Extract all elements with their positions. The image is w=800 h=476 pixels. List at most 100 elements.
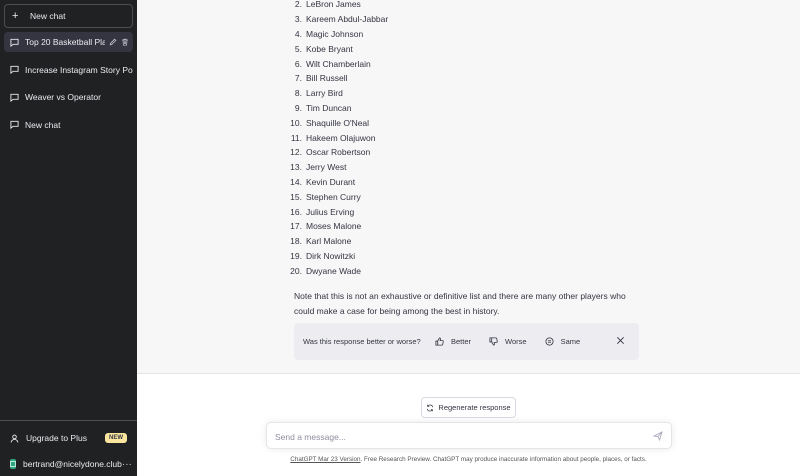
- sidebar: + New chat Top 20 Basketball Playe Incre…: [0, 0, 137, 476]
- list-item: 19. Dirk Nowitzki: [287, 249, 627, 264]
- list-item-name: Kevin Durant: [306, 176, 356, 187]
- worse-button[interactable]: Worse: [489, 337, 527, 346]
- plus-icon: +: [12, 9, 19, 22]
- disclaimer-text: . Free Research Preview. ChatGPT may pro…: [360, 456, 647, 463]
- list-item-name: Stephen Curry: [306, 191, 361, 202]
- feedback-question: Was this response better or worse?: [303, 337, 421, 346]
- chat-item-new-chat[interactable]: New chat: [4, 115, 133, 135]
- chat-item-top-20-basketball[interactable]: Top 20 Basketball Playe: [4, 32, 133, 52]
- list-item: 14. Kevin Durant: [287, 175, 627, 190]
- list-item-name: Julius Erving: [306, 206, 355, 217]
- list-item-name: Wilt Chamberlain: [306, 58, 371, 69]
- message-input[interactable]: [275, 430, 645, 443]
- chat-bubble-icon: [10, 65, 19, 74]
- new-chat-label: New chat: [30, 11, 66, 21]
- assistant-response: 2. LeBron James 3. Kareem Abdul-Jabbar 4. Mag…: [137, 0, 800, 374]
- list-item-number: 3.: [294, 14, 302, 25]
- chat-bubble-icon: [10, 38, 19, 47]
- list-item-number: 15.: [290, 191, 302, 202]
- worse-label: Worse: [505, 337, 527, 346]
- list-item: 12. Oscar Robertson: [287, 145, 627, 160]
- list-item-number: 9.: [294, 102, 302, 113]
- list-item-number: 19.: [290, 250, 302, 261]
- list-item-number: 2.: [294, 0, 302, 10]
- list-item-number: 12.: [290, 147, 302, 158]
- better-label: Better: [451, 337, 472, 346]
- list-item-name: Moses Malone: [306, 221, 362, 232]
- list-item-name: Magic Johnson: [306, 28, 364, 39]
- avatar-image-icon: [10, 461, 16, 467]
- player-list: 2. LeBron James 3. Kareem Abdul-Jabbar 4. Mag…: [287, 0, 627, 278]
- list-item: 4. Magic Johnson: [287, 27, 627, 42]
- chat-item-instagram[interactable]: Increase Instagram Story Post: [4, 60, 133, 80]
- same-label: Same: [560, 337, 581, 346]
- list-item-name: Jerry West: [306, 162, 347, 173]
- regenerate-response-button[interactable]: Regenerate response: [421, 397, 516, 418]
- main-content: 2. LeBron James 3. Kareem Abdul-Jabbar 4. Mag…: [137, 0, 800, 476]
- list-item: 18. Karl Malone: [287, 234, 627, 249]
- user-account-menu[interactable]: bertrand@nicelydone.club ···: [0, 451, 137, 476]
- user-email: bertrand@nicelydone.club: [23, 459, 122, 469]
- send-icon[interactable]: [653, 431, 663, 441]
- list-item-number: 20.: [290, 265, 302, 276]
- new-chat-button[interactable]: + New chat: [4, 4, 133, 28]
- list-item-number: 7.: [294, 73, 302, 84]
- list-item: 20. Dwyane Wade: [287, 263, 627, 278]
- list-item-name: LeBron James: [306, 0, 361, 10]
- list-item-number: 10.: [290, 117, 302, 128]
- upgrade-to-plus-button[interactable]: Upgrade to Plus NEW: [0, 425, 137, 451]
- chat-item-weaver[interactable]: Weaver vs Operator: [4, 87, 133, 107]
- version-link[interactable]: ChatGPT Mar 23 Version: [290, 456, 360, 463]
- list-item-name: Larry Bird: [306, 88, 343, 99]
- regenerate-label: Regenerate response: [438, 403, 511, 412]
- user-icon: [10, 434, 19, 442]
- list-item-number: 16.: [290, 206, 302, 217]
- list-item: 8. Larry Bird: [287, 86, 627, 101]
- list-item: 5. Kobe Bryant: [287, 41, 627, 56]
- list-item-number: 5.: [294, 43, 302, 54]
- close-icon: [617, 337, 624, 344]
- chat-item-label: New chat: [25, 119, 61, 130]
- list-item-name: Oscar Robertson: [306, 147, 371, 158]
- better-button[interactable]: Better: [435, 337, 471, 346]
- new-badge: NEW: [105, 433, 127, 443]
- list-item: 10. Shaquille O'Neal: [287, 115, 627, 130]
- list-item: 9. Tim Duncan: [287, 101, 627, 116]
- trash-icon[interactable]: [121, 38, 129, 46]
- chat-item-label: Increase Instagram Story Post: [25, 64, 133, 75]
- more-options-icon[interactable]: ···: [122, 459, 132, 470]
- list-item-name: Dwyane Wade: [306, 265, 361, 276]
- chat-item-label: Top 20 Basketball Playe: [25, 37, 105, 47]
- list-item-number: 18.: [290, 236, 302, 247]
- list-item: 11. Hakeem Olajuwon: [287, 130, 627, 145]
- list-item-name: Shaquille O'Neal: [306, 117, 370, 128]
- chat-item-actions: [109, 38, 129, 46]
- sidebar-footer: Upgrade to Plus NEW bertrand@nicelydone.…: [0, 420, 137, 476]
- list-item-name: Kobe Bryant: [306, 43, 353, 54]
- list-item-name: Bill Russell: [306, 73, 348, 84]
- list-item-number: 13.: [290, 162, 302, 173]
- same-button[interactable]: Same: [545, 337, 581, 346]
- close-feedback-button[interactable]: [616, 336, 625, 347]
- feedback-panel: Was this response better or worse? Bette…: [294, 323, 639, 360]
- list-item: 6. Wilt Chamberlain: [287, 56, 627, 71]
- chat-history-list: Top 20 Basketball Playe Increase Instagr…: [4, 32, 133, 142]
- list-item-number: 11.: [290, 132, 302, 143]
- list-item-number: 6.: [294, 58, 302, 69]
- chat-item-label: Weaver vs Operator: [25, 92, 101, 102]
- chat-bubble-icon: [10, 120, 19, 129]
- list-item-number: 17.: [290, 221, 302, 232]
- list-item-name: Kareem Abdul-Jabbar: [306, 14, 389, 25]
- list-item-name: Hakeem Olajuwon: [306, 132, 376, 143]
- refresh-icon: [427, 404, 434, 411]
- list-item: 13. Jerry West: [287, 160, 627, 175]
- list-item: 16. Julius Erving: [287, 204, 627, 219]
- list-item: 7. Bill Russell: [287, 71, 627, 86]
- list-item: 3. Kareem Abdul-Jabbar: [287, 12, 627, 27]
- list-item-number: 4.: [294, 28, 302, 39]
- response-note: Note that this is not an exhaustive or d…: [294, 291, 626, 316]
- edit-icon[interactable]: [109, 38, 117, 46]
- thumbs-up-icon: [435, 337, 444, 346]
- list-item-number: 8.: [294, 88, 302, 99]
- footer-disclaimer: ChatGPT Mar 23 Version. Free Research Pr…: [137, 456, 800, 463]
